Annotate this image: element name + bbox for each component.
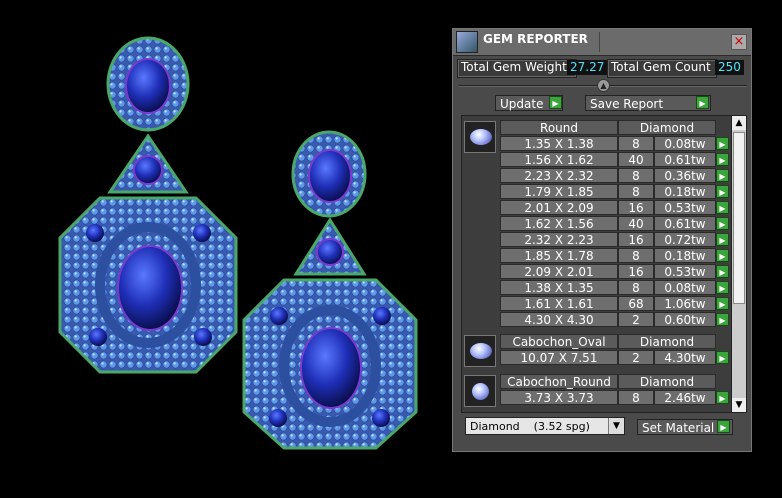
titlebar-divider — [599, 32, 600, 52]
gem-weight-cell: 0.61tw — [654, 216, 716, 231]
gem-count-cell: 8 — [618, 390, 654, 405]
set-material-label: Set Material — [642, 421, 715, 435]
gem-weight-cell: 0.72tw — [654, 232, 716, 247]
gem-weight-cell: 0.53tw — [654, 264, 716, 279]
select-row-play-icon[interactable]: ▶ — [716, 217, 729, 230]
gem-stone-icon — [472, 383, 489, 400]
gem-weight-cell: 0.18tw — [654, 248, 716, 263]
panel-titlebar[interactable]: GEM REPORTER × — [453, 29, 751, 56]
select-row-play-icon[interactable]: ▶ — [716, 313, 729, 326]
gem-size-cell: 3.73 X 3.73 — [500, 390, 618, 405]
round-gem-icon[interactable] — [464, 121, 496, 153]
total-gem-weight-label: Total Gem Weight — [461, 60, 567, 74]
select-row-play-icon[interactable]: ▶ — [716, 201, 729, 214]
gem-count-cell: 8 — [618, 136, 654, 151]
select-row-play-icon[interactable]: ▶ — [716, 351, 729, 364]
gem-count-cell: 2 — [618, 350, 654, 365]
select-row-play-icon[interactable]: ▶ — [716, 391, 729, 404]
group-shape-header: Cabochon_Oval — [500, 334, 618, 349]
gem-count-cell: 16 — [618, 264, 654, 279]
cabochon-round-icon[interactable] — [464, 375, 496, 407]
gem-weight-cell: 1.06tw — [654, 296, 716, 311]
gem-size-cell: 4.30 X 4.30 — [500, 312, 618, 327]
gem-count-cell: 40 — [618, 216, 654, 231]
gem-reporter-panel: GEM REPORTER × Total Gem Weight 27.27 To… — [452, 28, 752, 452]
gem-weight-cell: 0.08tw — [654, 136, 716, 151]
panel-title: GEM REPORTER — [483, 32, 588, 46]
group-material-header: Diamond — [618, 120, 716, 135]
scroll-thumb[interactable] — [733, 132, 745, 304]
3d-viewport[interactable] — [0, 0, 450, 494]
save-report-label: Save Report — [590, 97, 664, 111]
group-material-header: Diamond — [618, 334, 716, 349]
gem-size-cell: 2.32 X 2.23 — [500, 232, 618, 247]
cabochon-oval-icon[interactable] — [464, 335, 496, 367]
gem-list[interactable]: Round Diamond 1.35 X 1.38 8 0.08tw ▶ 1.56 X 1.… — [461, 115, 733, 413]
group-shape-header: Round — [500, 120, 618, 135]
total-gem-count-label: Total Gem Count — [611, 60, 711, 74]
gem-stone-icon — [470, 129, 492, 145]
gem-weight-cell: 2.46tw — [654, 390, 716, 405]
material-select-value: Diamond (3.52 spg) — [470, 420, 590, 433]
total-gem-count-value: 250 — [715, 60, 744, 75]
gem-count-cell: 40 — [618, 152, 654, 167]
group-material-header: Diamond — [618, 374, 716, 389]
gem-count-cell: 8 — [618, 184, 654, 199]
gem-size-cell: 1.85 X 1.78 — [500, 248, 618, 263]
gem-count-cell: 8 — [618, 248, 654, 263]
left-earring — [58, 36, 238, 374]
gem-size-cell: 1.35 X 1.38 — [500, 136, 618, 151]
gem-count-cell: 68 — [618, 296, 654, 311]
close-icon[interactable]: × — [731, 34, 747, 50]
gem-count-cell: 16 — [618, 200, 654, 215]
select-row-play-icon[interactable]: ▶ — [716, 249, 729, 262]
right-earring — [242, 130, 418, 450]
save-report-play-icon[interactable]: ▶ — [696, 96, 709, 109]
gem-weight-cell: 0.53tw — [654, 200, 716, 215]
total-gem-weight-value: 27.27 — [567, 60, 608, 75]
gem-count-cell: 8 — [618, 280, 654, 295]
gem-weight-cell: 4.30tw — [654, 350, 716, 365]
scroll-down-icon[interactable]: ▼ — [732, 398, 746, 412]
gem-size-cell: 2.01 X 2.09 — [500, 200, 618, 215]
material-select[interactable]: Diamond (3.52 spg) ▼ — [465, 417, 625, 435]
select-row-play-icon[interactable]: ▶ — [716, 137, 729, 150]
gem-list-scrollbar[interactable]: ▲ ▼ — [731, 115, 747, 413]
gem-count-cell: 2 — [618, 312, 654, 327]
collapse-knob-icon[interactable]: ▲ — [597, 79, 610, 92]
select-row-play-icon[interactable]: ▶ — [716, 169, 729, 182]
gem-count-cell: 16 — [618, 232, 654, 247]
set-material-play-icon[interactable]: ▶ — [717, 420, 730, 433]
select-row-play-icon[interactable]: ▶ — [716, 297, 729, 310]
gem-weight-cell: 0.61tw — [654, 152, 716, 167]
group-shape-header: Cabochon_Round — [500, 374, 618, 389]
gem-size-cell: 2.23 X 2.32 — [500, 168, 618, 183]
gem-size-cell: 10.07 X 7.51 — [500, 350, 618, 365]
select-row-play-icon[interactable]: ▶ — [716, 233, 729, 246]
gem-size-cell: 1.79 X 1.85 — [500, 184, 618, 199]
select-row-play-icon[interactable]: ▶ — [716, 265, 729, 278]
gem-size-cell: 1.56 X 1.62 — [500, 152, 618, 167]
gem-size-cell: 1.38 X 1.35 — [500, 280, 618, 295]
earrings-render — [58, 36, 418, 450]
update-play-icon[interactable]: ▶ — [549, 96, 562, 109]
select-row-play-icon[interactable]: ▶ — [716, 185, 729, 198]
select-row-play-icon[interactable]: ▶ — [716, 153, 729, 166]
scroll-up-icon[interactable]: ▲ — [732, 116, 746, 130]
gem-weight-cell: 0.18tw — [654, 184, 716, 199]
gem-weight-cell: 0.36tw — [654, 168, 716, 183]
select-row-play-icon[interactable]: ▶ — [716, 281, 729, 294]
gem-weight-cell: 0.08tw — [654, 280, 716, 295]
save-report-button[interactable]: Save Report — [585, 95, 711, 111]
update-label: Update — [500, 97, 544, 111]
gem-size-cell: 1.62 X 1.56 — [500, 216, 618, 231]
gem-size-cell: 1.61 X 1.61 — [500, 296, 618, 311]
gem-weight-cell: 0.60tw — [654, 312, 716, 327]
gem-size-cell: 2.09 X 2.01 — [500, 264, 618, 279]
gem-count-cell: 8 — [618, 168, 654, 183]
chevron-down-icon[interactable]: ▼ — [608, 418, 624, 434]
gem-reporter-logo-icon — [456, 31, 478, 53]
gem-stone-icon — [470, 343, 492, 359]
